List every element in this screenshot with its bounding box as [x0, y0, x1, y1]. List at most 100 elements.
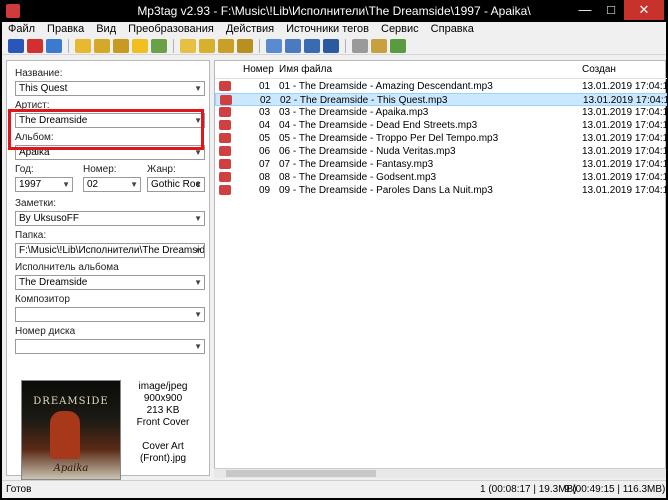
toolbar	[2, 37, 666, 55]
album-highlight-box	[8, 109, 204, 150]
star-icon[interactable]	[132, 38, 148, 53]
maximize-button[interactable]: □	[598, 0, 624, 20]
cover-info: image/jpeg 900x900 213 KB Front Cover Co…	[127, 381, 199, 465]
menu-convert[interactable]: Преобразования	[128, 22, 214, 36]
track-label: Номер:	[83, 164, 117, 175]
playlist-icon[interactable]	[352, 38, 368, 53]
album-artist-field[interactable]: The Dreamside ▼	[15, 275, 205, 290]
title-bar: Mp3tag v2.93 - F:\Music\!Lib\Исполнители…	[0, 0, 668, 22]
rename-icon[interactable]	[218, 38, 234, 53]
table-row[interactable]: 08 08 - The Dreamside - Godsent.mp3 13.01.…	[215, 171, 668, 184]
composer-label: Композитор	[15, 294, 70, 305]
album-artist-label: Исполнитель альбома	[15, 262, 119, 273]
favorites-icon[interactable]	[113, 38, 129, 53]
menu-edit[interactable]: Правка	[47, 22, 84, 36]
remove-tag-icon[interactable]	[27, 38, 43, 53]
disc-number-label: Номер диска	[15, 326, 76, 337]
file-tag-icon[interactable]	[199, 38, 215, 53]
tag-file-icon[interactable]	[180, 38, 196, 53]
genre-label: Жанр:	[147, 164, 176, 175]
column-track[interactable]: Номер	[243, 64, 274, 75]
app-window: Mp3tag v2.93 - F:\Music\!Lib\Исполнители…	[0, 0, 668, 500]
open-folder-icon[interactable]	[75, 38, 91, 53]
menu-view[interactable]: Вид	[96, 22, 116, 36]
table-row[interactable]: 03 03 - The Dreamside - Apaika.mp3 13.01.2…	[215, 106, 668, 119]
column-filename[interactable]: Имя файла	[279, 64, 332, 75]
status-selection: 1 (00:08:17 | 19.3MB)	[480, 484, 577, 495]
menu-help[interactable]: Справка	[431, 22, 474, 36]
filter-icon[interactable]	[151, 38, 167, 53]
menu-tag-sources[interactable]: Источники тегов	[286, 22, 369, 36]
tools-icon[interactable]	[390, 38, 406, 53]
toolbar-separator	[173, 38, 174, 53]
menu-file[interactable]: Файл	[8, 22, 35, 36]
composer-field[interactable]: ▼	[15, 307, 205, 322]
folder-label: Папка:	[15, 230, 47, 241]
mp3-file-icon	[219, 81, 231, 91]
genre-field[interactable]: Gothic Roc ▼	[147, 177, 205, 192]
cover-dimensions: 900x900	[143, 393, 183, 404]
minimize-button[interactable]: —	[572, 0, 598, 20]
mp3-file-icon	[219, 159, 231, 169]
export-icon[interactable]	[237, 38, 253, 53]
title-label: Название:	[15, 68, 63, 79]
table-row[interactable]: 01 01 - The Dreamside - Amazing Descendan…	[215, 80, 668, 93]
chevron-down-icon[interactable]: ▼	[194, 276, 202, 289]
track-field[interactable]: 02 ▼	[83, 177, 141, 192]
disc-number-field[interactable]: ▼	[15, 339, 205, 354]
chevron-down-icon[interactable]: ▼	[194, 340, 202, 353]
chevron-down-icon[interactable]: ▼	[194, 244, 202, 257]
cover-filename: (Front).jpg	[139, 453, 187, 464]
musicbrainz-icon[interactable]	[323, 38, 339, 53]
comment-label: Заметки:	[15, 198, 57, 209]
save-icon[interactable]	[8, 38, 24, 53]
cover-spacer	[127, 429, 199, 441]
year-field[interactable]: 1997 ▼	[15, 177, 73, 192]
comment-field[interactable]: By UksusoFF ▼	[15, 211, 205, 226]
amazon-icon[interactable]	[285, 38, 301, 53]
chevron-down-icon[interactable]: ▼	[62, 178, 70, 191]
close-button[interactable]: ✕	[624, 0, 664, 20]
list-header: Номер Имя файла Создан	[215, 61, 667, 79]
discogs-icon[interactable]	[304, 38, 320, 53]
folder-field[interactable]: F:\Music\!Lib\Исполнители\The Dreamside\…	[15, 243, 205, 258]
cover-desc: Cover Art	[142, 441, 184, 452]
menu-actions[interactable]: Действия	[226, 22, 274, 36]
freedb-icon[interactable]	[266, 38, 282, 53]
column-created[interactable]: Создан	[582, 64, 616, 75]
toolbar-separator	[68, 38, 69, 53]
cover-art-subtitle: Apaika	[53, 463, 89, 474]
chevron-down-icon[interactable]: ▼	[130, 178, 138, 191]
table-row[interactable]: 06 06 - The Dreamside - Nuda Veritas.mp3 1…	[215, 145, 668, 158]
toolbar-separator	[259, 38, 260, 53]
client-area: Файл Правка Вид Преобразования Действия …	[2, 22, 668, 498]
cover-type: Front Cover	[136, 417, 190, 428]
table-row-selected[interactable]: 02 02 - The Dreamside - This Quest.mp3 13.…	[215, 93, 668, 106]
chevron-down-icon[interactable]: ▼	[194, 212, 202, 225]
table-row[interactable]: 07 07 - The Dreamside - Fantasy.mp3 13.01.…	[215, 158, 668, 171]
scrollbar-thumb[interactable]	[226, 470, 376, 477]
mp3-file-icon	[219, 146, 231, 156]
title-field[interactable]: This Quest ▼	[15, 81, 205, 96]
file-list: Номер Имя файла Создан 01 01 - The Dreams…	[214, 60, 668, 476]
table-row[interactable]: 09 09 - The Dreamside - Paroles Dans La N…	[215, 184, 668, 197]
mp3-file-icon	[219, 120, 231, 130]
table-row[interactable]: 04 04 - The Dreamside - Dead End Streets.…	[215, 119, 668, 132]
cover-art-figure	[50, 411, 80, 459]
status-text: Готов	[6, 484, 32, 495]
window-title: Mp3tag v2.93 - F:\Music\!Lib\Исполнители…	[137, 4, 531, 18]
options-icon[interactable]	[371, 38, 387, 53]
mp3-file-icon	[219, 133, 231, 143]
chevron-down-icon[interactable]: ▼	[194, 178, 202, 191]
chevron-down-icon[interactable]: ▼	[194, 308, 202, 321]
chevron-down-icon[interactable]: ▼	[194, 82, 202, 95]
cover-mime: image/jpeg	[138, 381, 188, 392]
undo-icon[interactable]	[46, 38, 62, 53]
mp3-file-icon	[220, 95, 232, 105]
add-folder-icon[interactable]	[94, 38, 110, 53]
horizontal-scrollbar[interactable]	[214, 468, 666, 478]
menu-tools[interactable]: Сервис	[381, 22, 419, 36]
year-label: Год:	[15, 164, 34, 175]
table-row[interactable]: 05 05 - The Dreamside - Troppo Per Del Te…	[215, 132, 668, 145]
cover-art-image[interactable]: DREAMSIDE Apaika	[21, 380, 121, 480]
